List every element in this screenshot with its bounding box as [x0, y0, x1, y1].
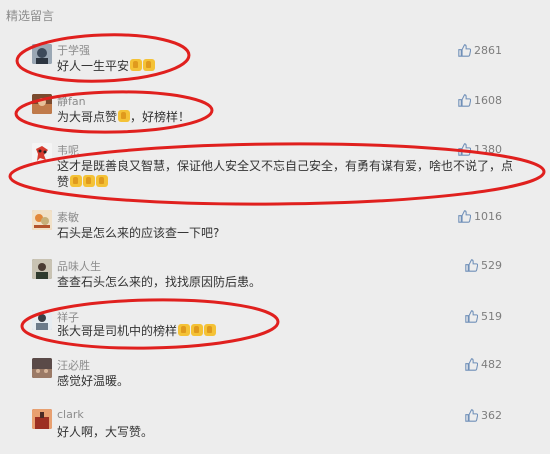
avatar-image — [32, 210, 52, 230]
avatar[interactable] — [32, 409, 52, 429]
like-count: 2861 — [474, 44, 502, 57]
thumbs-up-emoji-icon — [83, 175, 96, 187]
like-count: 1016 — [474, 210, 502, 223]
comment-author: 品味人生 — [57, 260, 101, 273]
comment-text-body: 张大哥是司机中的榜样 — [57, 324, 178, 338]
like-button[interactable]: 2861 — [458, 44, 502, 57]
like-count: 482 — [481, 358, 502, 371]
like-button[interactable]: 529 — [465, 259, 502, 272]
comment-text-tail: 赞 — [57, 175, 70, 189]
like-count: 519 — [481, 310, 502, 323]
comment-text-body: 这才是既善良又智慧，保证他人安全又不忘自己安全，有勇有谋有爱，啥也不说了，点 — [57, 159, 514, 173]
thumbs-up-emoji-icon — [118, 110, 131, 122]
like-button[interactable]: 1608 — [458, 94, 502, 107]
comment-text: 好人啊，大写赞。 — [57, 424, 487, 440]
avatar[interactable] — [32, 259, 52, 279]
thumbs-up-icon — [458, 94, 471, 107]
thumbs-up-icon — [465, 358, 478, 371]
like-button[interactable]: 519 — [465, 310, 502, 323]
thumbs-up-emoji-icon — [130, 59, 143, 71]
thumbs-up-icon — [458, 44, 471, 57]
comment-author: 汪必胜 — [57, 359, 90, 372]
avatar[interactable] — [32, 143, 52, 163]
like-count: 1608 — [474, 94, 502, 107]
avatar[interactable] — [32, 310, 52, 330]
thumbs-up-emoji-icon — [178, 324, 191, 336]
thumbs-up-emoji-icon — [143, 59, 156, 71]
comment-text-body: 查查石头怎么来的，找找原因防后患。 — [57, 275, 262, 289]
comment-author: 韦呢 — [57, 144, 79, 157]
avatar-image — [32, 409, 52, 429]
like-button[interactable]: 1016 — [458, 210, 502, 223]
comment-text: 张大哥是司机中的榜样 — [57, 323, 487, 339]
avatar-image — [32, 310, 52, 330]
avatar-image — [32, 358, 52, 378]
header: 精选留言 — [0, 0, 550, 32]
like-count: 529 — [481, 259, 502, 272]
comment-text: 感觉好温暖。 — [57, 373, 487, 389]
comment-author: 素敏 — [57, 211, 79, 224]
section-title: 精选留言 — [6, 9, 55, 23]
comment-text-tail: ，好榜样！ — [130, 110, 191, 124]
thumbs-up-icon — [458, 143, 471, 156]
thumbs-up-emoji-icon — [191, 324, 204, 336]
comment-text: 为大哥点赞 ，好榜样！ — [57, 109, 487, 125]
like-button[interactable]: 1380 — [458, 143, 502, 156]
avatar[interactable] — [32, 44, 52, 64]
comment-text: 好人一生平安 — [57, 58, 487, 74]
avatar[interactable] — [32, 94, 52, 114]
comment-author: 静fan — [57, 95, 86, 108]
avatar-image — [32, 94, 52, 114]
thumbs-up-icon — [465, 409, 478, 422]
comment-text-body: 好人啊，大写赞。 — [57, 425, 154, 439]
avatar[interactable] — [32, 210, 52, 230]
comment-text-body: 感觉好温暖。 — [57, 374, 130, 388]
comment-text: 查查石头怎么来的，找找原因防后患。 — [57, 274, 487, 290]
comment-author: 于学强 — [57, 44, 90, 57]
like-button[interactable]: 362 — [465, 409, 502, 422]
comment-text-body: 为大哥点赞 — [57, 110, 118, 124]
avatar-image — [32, 259, 52, 279]
avatar-image — [32, 44, 52, 64]
avatar[interactable] — [32, 358, 52, 378]
like-button[interactable]: 482 — [465, 358, 502, 371]
comment-text-body: 石头是怎么来的应该查一下吧? — [57, 226, 220, 240]
comment-text-body: 好人一生平安 — [57, 59, 130, 73]
thumbs-up-icon — [465, 310, 478, 323]
like-count: 1380 — [474, 143, 502, 156]
comment-text: 石头是怎么来的应该查一下吧? — [57, 225, 487, 241]
avatar-image — [32, 143, 52, 163]
comment-author: clark — [57, 408, 84, 421]
thumbs-up-icon — [465, 259, 478, 272]
thumbs-up-emoji-icon — [96, 175, 109, 187]
comment-text: 这才是既善良又智慧，保证他人安全又不忘自己安全，有勇有谋有爱，啥也不说了，点 赞 — [57, 158, 514, 190]
thumbs-up-icon — [458, 210, 471, 223]
thumbs-up-emoji-icon — [204, 324, 217, 336]
like-count: 362 — [481, 409, 502, 422]
thumbs-up-emoji-icon — [70, 175, 83, 187]
